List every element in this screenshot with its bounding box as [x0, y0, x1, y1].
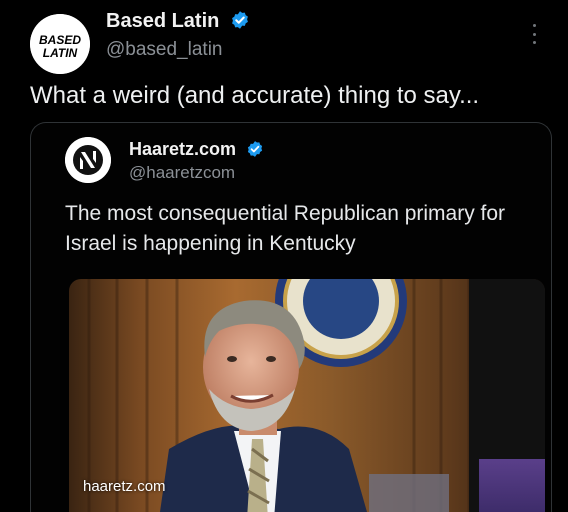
- quoted-author-avatar[interactable]: [65, 137, 111, 183]
- quoted-author-handle[interactable]: @haaretzcom: [129, 163, 235, 183]
- haaretz-logo-icon: [65, 137, 111, 183]
- author-name[interactable]: Based Latin: [106, 10, 219, 32]
- quoted-tweet-text: The most consequential Republican primar…: [65, 202, 506, 255]
- verified-badge-icon: [247, 141, 263, 157]
- author-avatar[interactable]: BASED LATIN: [30, 14, 90, 74]
- avatar-text-bottom: LATIN: [43, 46, 78, 60]
- tweet-text: What a weird (and accurate) thing to say…: [30, 82, 480, 109]
- verified-badge-icon: [232, 11, 248, 29]
- more-vertical-icon[interactable]: [530, 24, 538, 44]
- based-latin-logo: BASED LATIN: [30, 14, 90, 74]
- quoted-tweet-card[interactable]: Haaretz.com @haaretzcom The most consequ…: [30, 122, 552, 512]
- author-name-row[interactable]: Based Latin: [106, 10, 250, 33]
- quoted-author-name[interactable]: Haaretz.com: [129, 139, 236, 159]
- quoted-author-name-row[interactable]: Haaretz.com: [129, 139, 264, 160]
- article-domain-label: haaretz.com: [83, 478, 166, 495]
- author-handle[interactable]: @based_latin: [106, 39, 222, 61]
- avatar-text-top: BASED: [39, 33, 81, 47]
